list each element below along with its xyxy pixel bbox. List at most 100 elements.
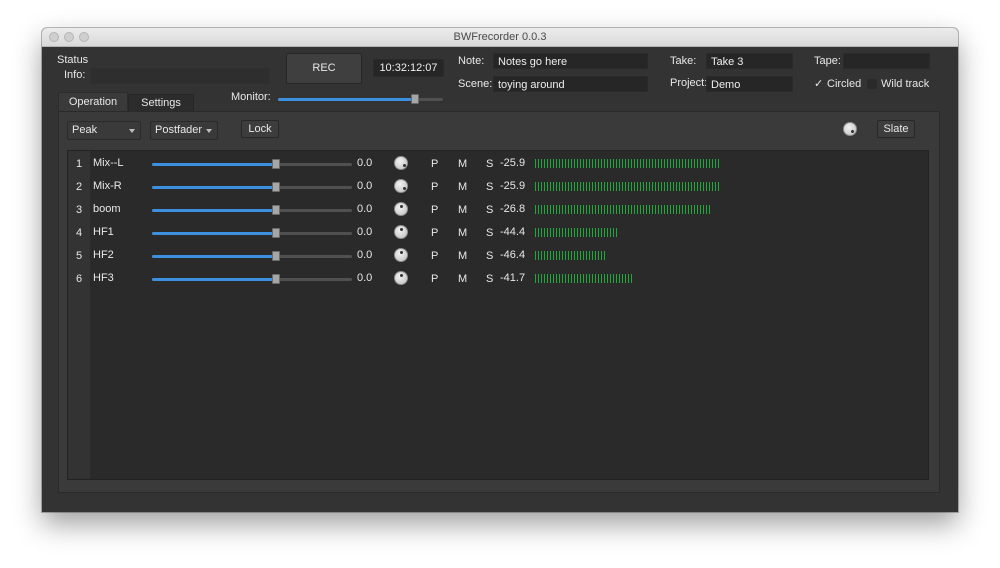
close-window-icon[interactable]	[49, 32, 59, 42]
channel-index: 1	[75, 158, 83, 170]
channel-gain: 0.0	[357, 157, 373, 169]
channel-fader-handle[interactable]	[272, 228, 280, 238]
info-field	[90, 68, 270, 84]
channel-index: 4	[75, 227, 83, 239]
channel-solo-button[interactable]: S	[486, 158, 493, 170]
channel-row: 2 Mix-R 0.0 P M S -25.9	[68, 176, 928, 199]
channel-fader[interactable]	[152, 232, 352, 235]
channel-level-meter	[535, 274, 634, 283]
channel-fader[interactable]	[152, 186, 352, 189]
info-label: Info:	[64, 69, 86, 81]
channel-gain: 0.0	[357, 180, 373, 192]
channel-name: HF1	[93, 226, 114, 238]
channel-p-button[interactable]: P	[431, 204, 438, 216]
tape-input[interactable]	[843, 53, 930, 69]
channel-name: boom	[93, 203, 121, 215]
channel-solo-button[interactable]: S	[486, 250, 493, 262]
channel-fader[interactable]	[152, 255, 352, 258]
channel-pan-knob[interactable]	[394, 271, 408, 285]
channel-level-meter	[535, 159, 721, 168]
channel-fader-handle[interactable]	[272, 205, 280, 215]
lock-button[interactable]: Lock	[241, 120, 279, 138]
title-bar: BWFrecorder 0.0.3	[42, 28, 958, 47]
channel-fader-fill	[152, 255, 276, 258]
channel-mute-button[interactable]: M	[458, 204, 467, 216]
channel-fader-fill	[152, 186, 276, 189]
monitor-slider-handle[interactable]	[411, 94, 419, 104]
knob-indicator	[403, 164, 406, 167]
minimize-window-icon[interactable]	[64, 32, 74, 42]
channel-level: -25.9	[500, 180, 526, 192]
monitor-label: Monitor:	[231, 91, 271, 103]
channel-level: -44.4	[500, 226, 526, 238]
channel-list: 1 Mix--L 0.0 P M S -25.9 2 Mix-R 0.0 P M…	[67, 150, 929, 480]
tab-operation[interactable]: Operation	[58, 92, 128, 111]
knob-indicator	[400, 205, 403, 208]
channel-p-button[interactable]: P	[431, 273, 438, 285]
window-title: BWFrecorder 0.0.3	[453, 31, 547, 43]
channel-level: -26.8	[500, 203, 526, 215]
channel-p-button[interactable]: P	[431, 181, 438, 193]
channel-solo-button[interactable]: S	[486, 273, 493, 285]
channel-row: 6 HF3 0.0 P M S -41.7	[68, 268, 928, 291]
channel-mute-button[interactable]: M	[458, 273, 467, 285]
channel-fader[interactable]	[152, 163, 352, 166]
channel-solo-button[interactable]: S	[486, 227, 493, 239]
channel-p-button[interactable]: P	[431, 227, 438, 239]
channel-solo-button[interactable]: S	[486, 181, 493, 193]
channel-row: 1 Mix--L 0.0 P M S -25.9	[68, 153, 928, 176]
channel-row: 5 HF2 0.0 P M S -46.4	[68, 245, 928, 268]
slate-knob[interactable]	[843, 122, 857, 136]
status-label: Status	[57, 54, 89, 66]
zoom-window-icon[interactable]	[79, 32, 89, 42]
note-input[interactable]: Notes go here	[493, 53, 648, 69]
fader-mode-select[interactable]: Postfader	[150, 121, 218, 140]
channel-level-meter	[535, 182, 721, 191]
channel-p-button[interactable]: P	[431, 158, 438, 170]
channel-pan-knob[interactable]	[394, 179, 408, 193]
take-input[interactable]: Take 3	[706, 53, 793, 69]
channel-level: -25.9	[500, 157, 526, 169]
channel-level: -41.7	[500, 272, 526, 284]
channel-name: Mix--L	[93, 157, 124, 169]
channel-mute-button[interactable]: M	[458, 227, 467, 239]
channel-name: HF3	[93, 272, 114, 284]
channel-fader-handle[interactable]	[272, 251, 280, 261]
knob-indicator	[403, 187, 406, 190]
checkmark-icon: ✓	[814, 78, 824, 90]
channel-fader[interactable]	[152, 278, 352, 281]
channel-name: HF2	[93, 249, 114, 261]
channel-pan-knob[interactable]	[394, 202, 408, 216]
meter-mode-select[interactable]: Peak	[67, 121, 141, 140]
project-input[interactable]: Demo	[706, 76, 793, 92]
channel-gain: 0.0	[357, 272, 373, 284]
channel-level-meter	[535, 251, 607, 260]
knob-indicator	[400, 251, 403, 254]
channel-mute-button[interactable]: M	[458, 181, 467, 193]
tab-settings[interactable]: Settings	[128, 94, 194, 111]
wild-track-checkbox[interactable]	[867, 79, 877, 89]
rec-button[interactable]: REC	[286, 53, 362, 84]
knob-indicator	[400, 274, 403, 277]
circled-label: Circled	[827, 78, 862, 90]
channel-index: 2	[75, 181, 83, 193]
channel-solo-button[interactable]: S	[486, 204, 493, 216]
knob-indicator	[851, 130, 854, 133]
circled-checkbox[interactable]: ✓	[814, 78, 824, 90]
channel-fader-handle[interactable]	[272, 274, 280, 284]
channel-p-button[interactable]: P	[431, 250, 438, 262]
channel-pan-knob[interactable]	[394, 248, 408, 262]
channel-index: 3	[75, 204, 83, 216]
channel-mute-button[interactable]: M	[458, 250, 467, 262]
channel-fader-handle[interactable]	[272, 159, 280, 169]
chevron-down-icon	[206, 129, 212, 133]
channel-fader[interactable]	[152, 209, 352, 212]
app-window: BWFrecorder 0.0.3 Status Info: REC 10:32…	[42, 28, 958, 512]
take-label: Take:	[670, 55, 697, 67]
slate-button[interactable]: Slate	[877, 120, 915, 138]
scene-input[interactable]: toying around	[493, 76, 648, 92]
channel-mute-button[interactable]: M	[458, 158, 467, 170]
channel-pan-knob[interactable]	[394, 225, 408, 239]
channel-fader-handle[interactable]	[272, 182, 280, 192]
channel-pan-knob[interactable]	[394, 156, 408, 170]
